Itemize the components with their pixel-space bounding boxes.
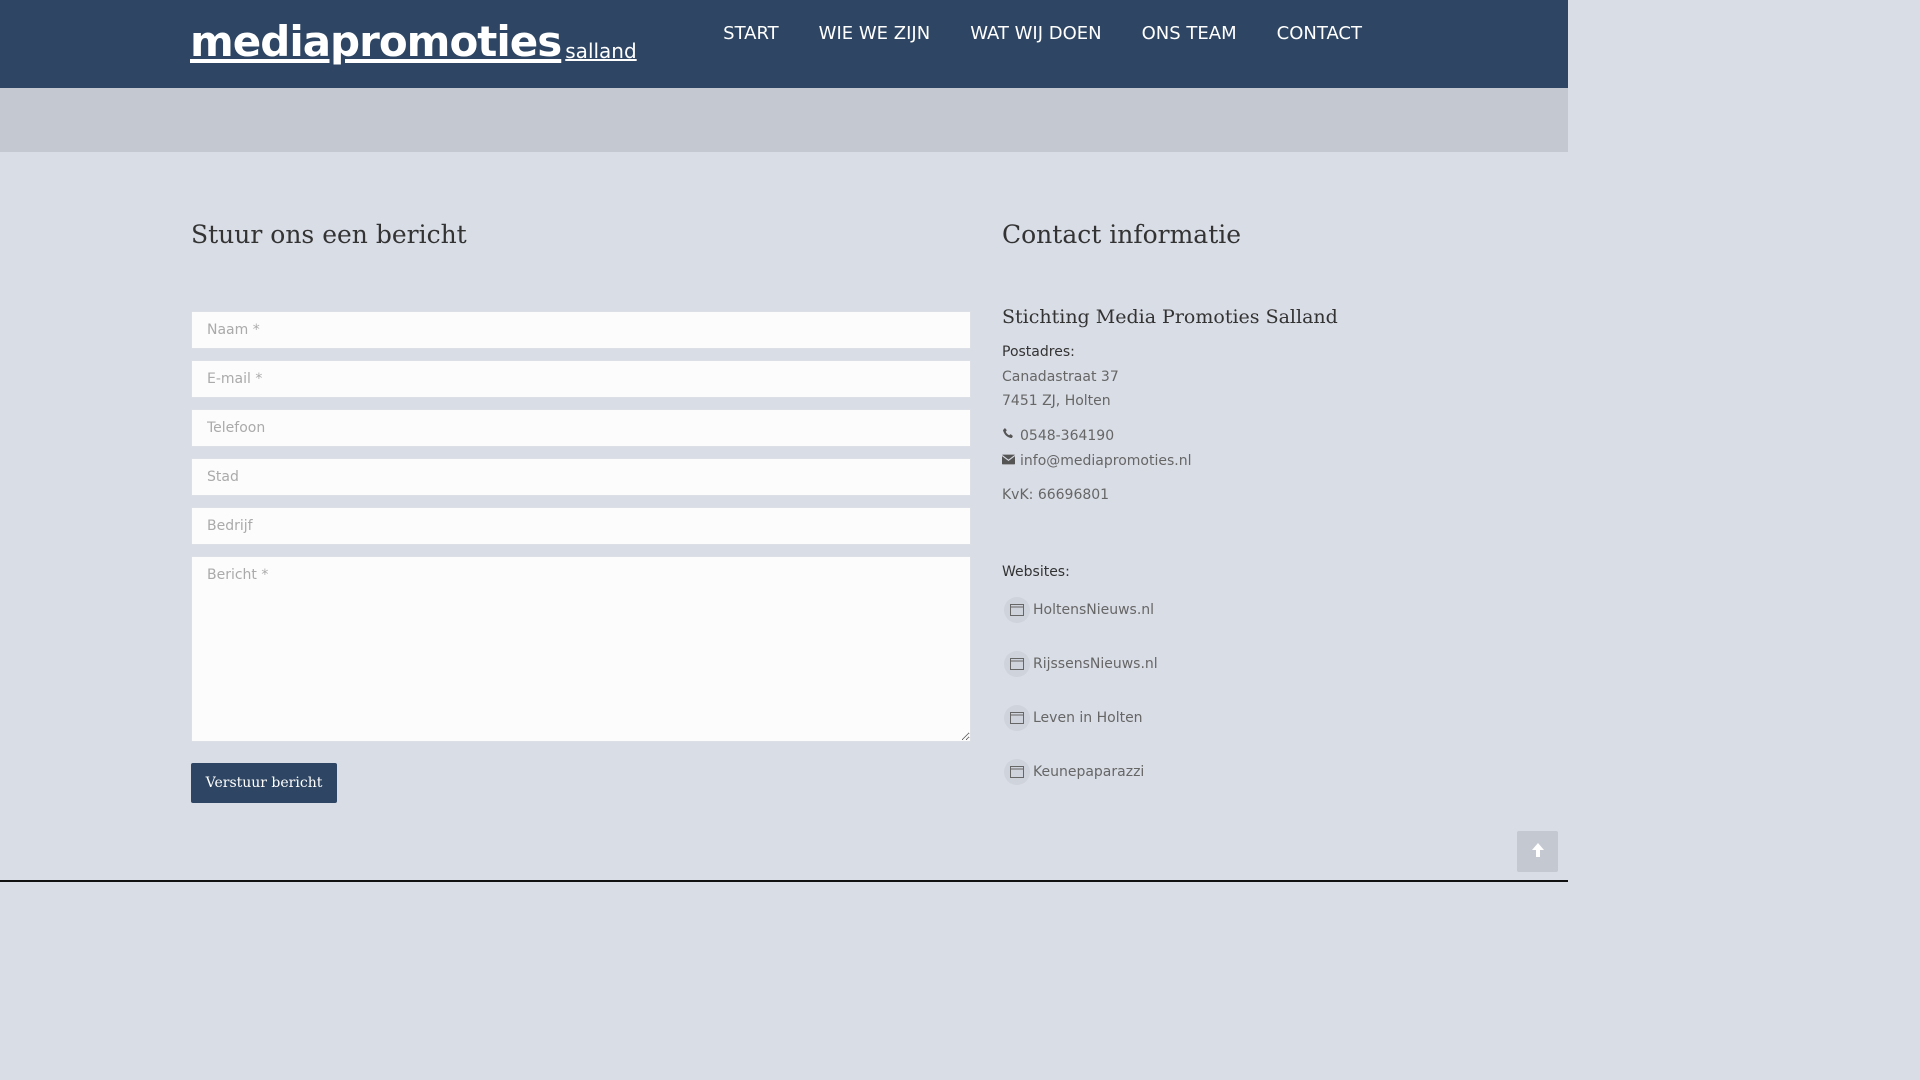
company-input[interactable]: [191, 507, 971, 545]
website-label: RijssensNieuws.nl: [1033, 656, 1158, 672]
email-link[interactable]: info@mediapromoties.nl: [1020, 453, 1191, 469]
browser-window-icon: [1004, 651, 1030, 677]
website-label: HoltensNieuws.nl: [1033, 602, 1155, 618]
browser-window-icon: [1004, 705, 1030, 731]
message-textarea[interactable]: [191, 556, 971, 742]
phone-icon: [1002, 427, 1016, 447]
website-label: Keunepaparazzi: [1033, 764, 1145, 780]
logo-sub-text: salland: [565, 39, 637, 63]
phone-link[interactable]: 0548-364190: [1020, 428, 1114, 444]
website-link-keunepaparazzi[interactable]: Keunepaparazzi: [1004, 759, 1144, 785]
submit-button[interactable]: Verstuur bericht: [191, 763, 337, 803]
website-link-rijssensnieuws[interactable]: RijssensNieuws.nl: [1004, 651, 1158, 677]
site-logo[interactable]: mediapromoties salland: [190, 12, 637, 72]
website-link-leven-in-holten[interactable]: Leven in Holten: [1004, 705, 1143, 731]
postal-city: 7451 ZJ, Holten: [1002, 393, 1111, 409]
kvk-number: KvK: 66696801: [1002, 487, 1110, 503]
envelope-icon: [1001, 452, 1016, 472]
nav-item-start[interactable]: START: [723, 22, 779, 46]
phone-line: 0548-364190: [1002, 426, 1114, 447]
page-bottom-divider: [0, 880, 1568, 882]
city-input[interactable]: [191, 458, 971, 496]
nav-item-wie-we-zijn[interactable]: WIE WE ZIJN: [819, 22, 931, 46]
postal-street: Canadastraat 37: [1002, 369, 1119, 385]
website-label: Leven in Holten: [1033, 710, 1143, 726]
arrow-up-icon: [1531, 842, 1545, 861]
organization-name: Stichting Media Promoties Salland: [1002, 306, 1338, 328]
email-input[interactable]: [191, 360, 971, 398]
browser-window-icon: [1004, 597, 1030, 623]
nav-item-contact[interactable]: CONTACT: [1277, 22, 1362, 46]
website-link-holtensnieuws[interactable]: HoltensNieuws.nl: [1004, 597, 1154, 623]
nav-item-wat-wij-doen[interactable]: WAT WIJ DOEN: [970, 22, 1101, 46]
site-header: mediapromoties salland START WIE WE ZIJN…: [0, 0, 1568, 88]
phone-input[interactable]: [191, 409, 971, 447]
postal-label: Postadres:: [1002, 344, 1075, 360]
main-nav: START WIE WE ZIJN WAT WIJ DOEN ONS TEAM …: [723, 22, 1362, 46]
contact-title: Contact informatie: [1002, 220, 1242, 249]
email-line: info@mediapromoties.nl: [1001, 451, 1191, 472]
name-input[interactable]: [191, 311, 971, 349]
websites-label: Websites:: [1002, 564, 1070, 580]
scroll-to-top-button[interactable]: [1517, 831, 1558, 872]
browser-window-icon: [1004, 759, 1030, 785]
nav-item-ons-team[interactable]: ONS TEAM: [1142, 22, 1237, 46]
form-title: Stuur ons een bericht: [191, 220, 467, 249]
logo-main-text: mediapromoties: [190, 17, 562, 66]
hero-strip: [0, 88, 1568, 152]
